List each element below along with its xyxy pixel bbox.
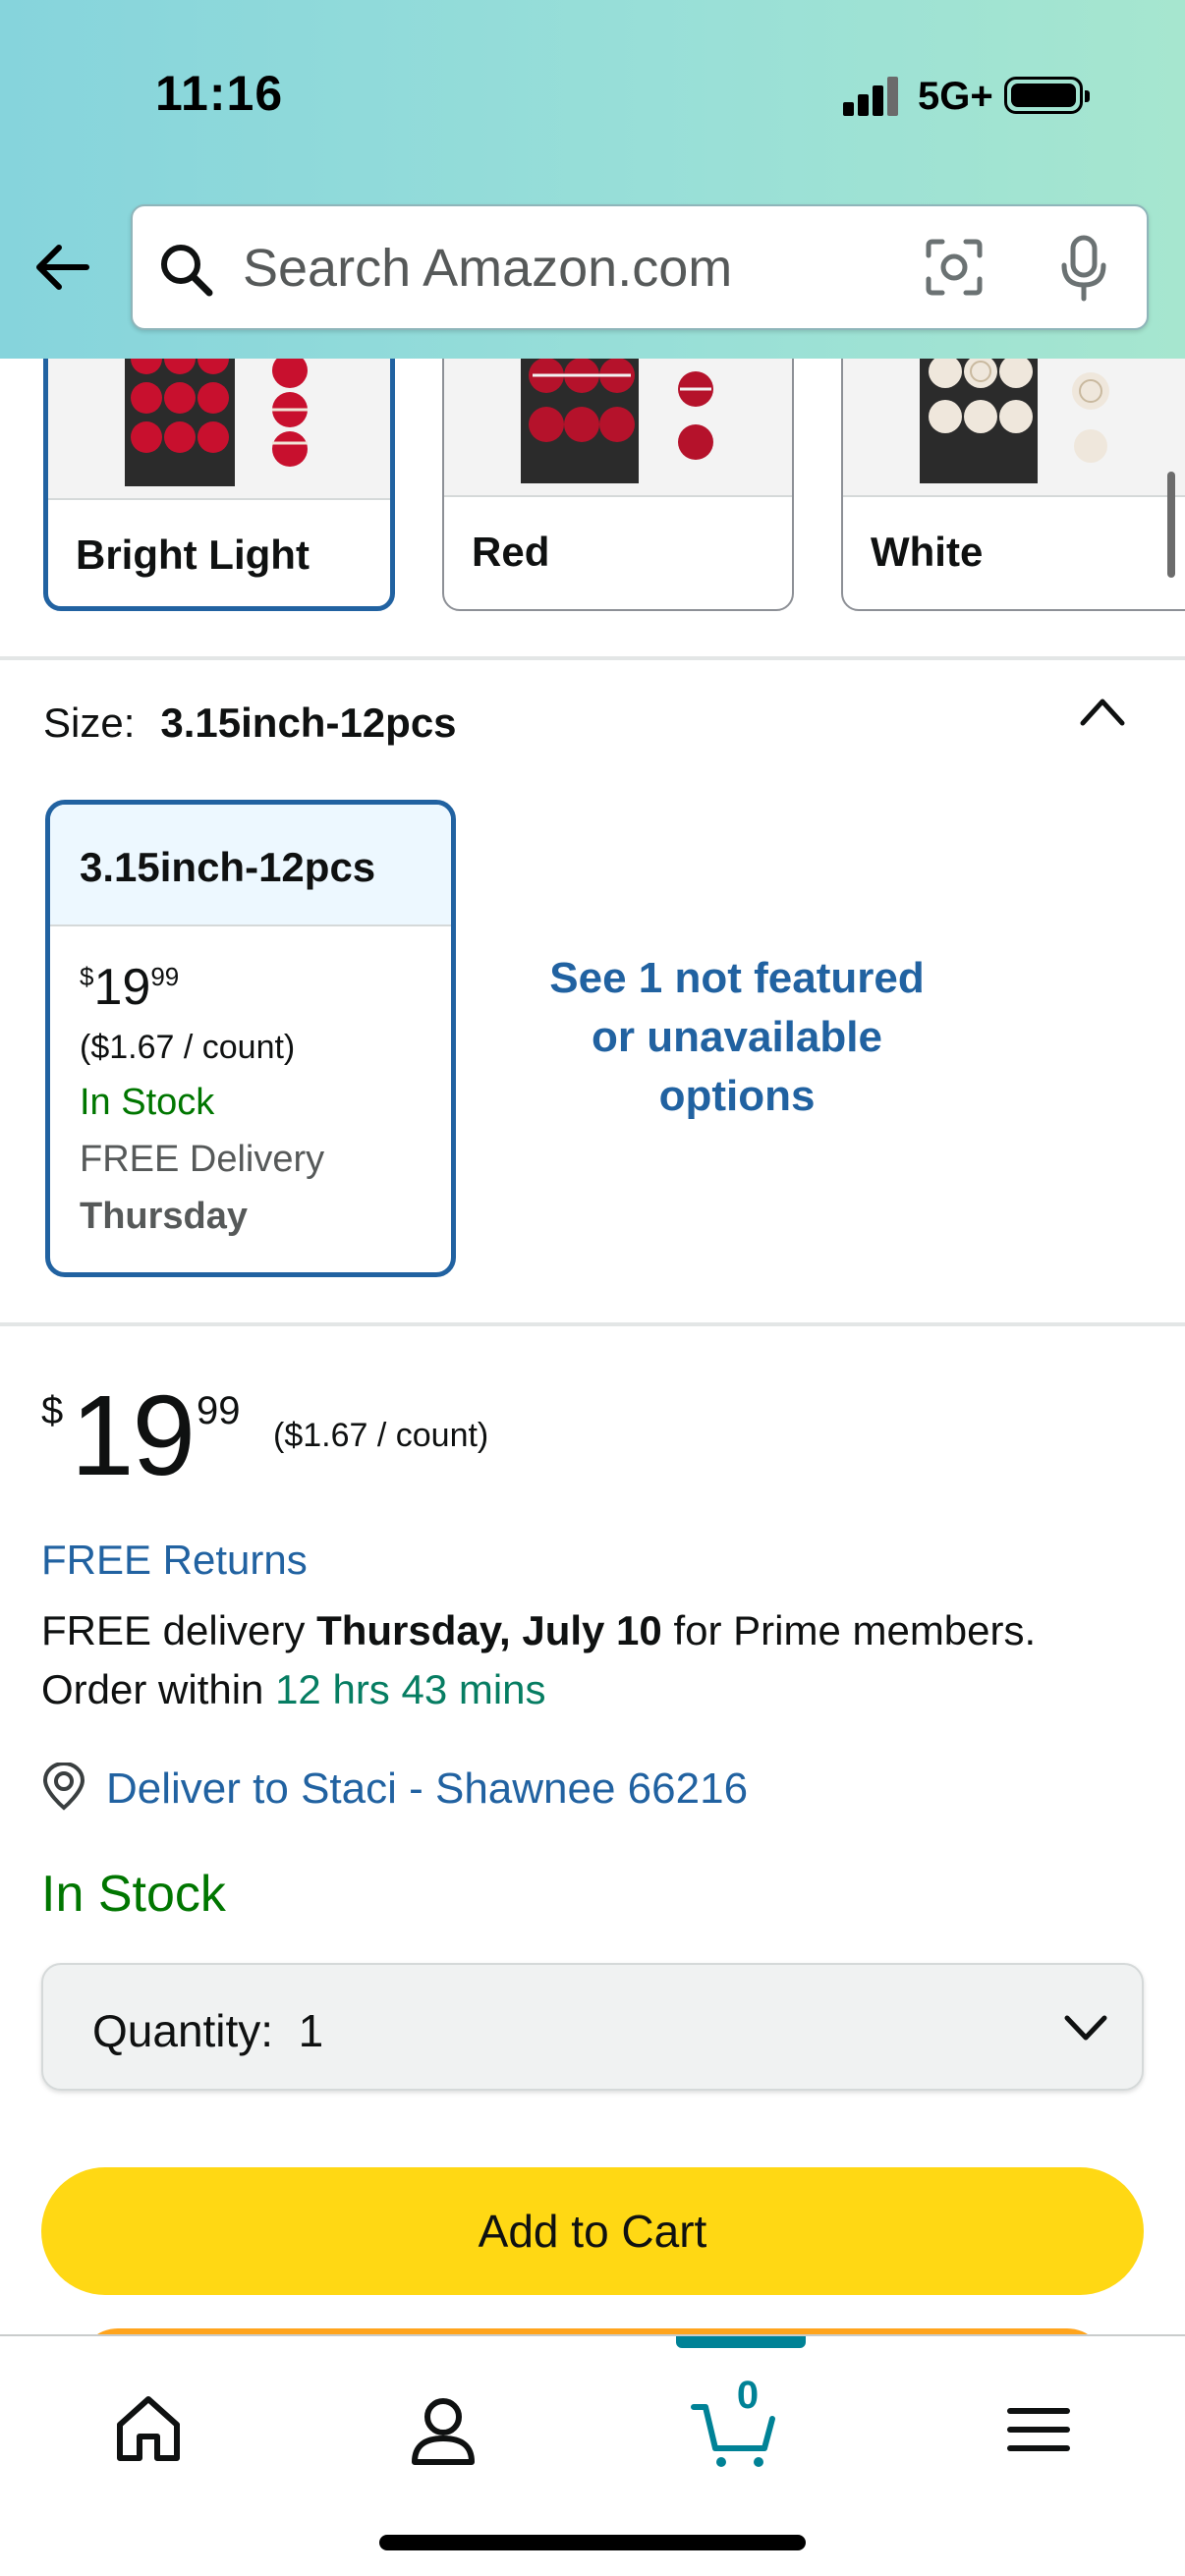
back-arrow-icon[interactable]	[31, 236, 94, 299]
account-icon[interactable]	[399, 2385, 487, 2474]
active-tab-indicator	[676, 2336, 806, 2348]
chevron-down-icon	[1064, 2015, 1107, 2041]
delivery-info: FREE delivery Thursday, July 10 for Prim…	[41, 1607, 1037, 1653]
signal-icon	[843, 75, 900, 116]
size-option-title: 3.15inch-12pcs	[80, 844, 376, 890]
network-label: 5G+	[918, 75, 993, 118]
chevron-up-icon[interactable]	[1077, 692, 1128, 731]
size-option-delivery: FREE Delivery	[80, 1139, 325, 1180]
swatch-label: White	[871, 529, 984, 575]
size-option-unit-price: ($1.67 / count)	[80, 1029, 296, 1066]
cart-count-badge: 0	[736, 2374, 760, 2417]
search-icon	[161, 245, 213, 297]
size-option-header: 3.15inch-12pcs	[50, 805, 451, 926]
home-indicator[interactable]	[379, 2535, 806, 2550]
size-option-price: $1999	[80, 959, 180, 1016]
section-divider	[0, 656, 1185, 660]
unit-price: ($1.67 / count)	[273, 1417, 489, 1454]
size-option-card[interactable]: 3.15inch-12pcs $1999 ($1.67 / count) In …	[45, 800, 456, 1277]
deliver-to-link[interactable]: Deliver to Staci - Shawnee 66216	[106, 1764, 748, 1814]
swatch-label: Bright Light	[76, 532, 310, 578]
menu-icon[interactable]	[994, 2385, 1083, 2474]
order-within-countdown: Order within 12 hrs 43 mins	[41, 1666, 546, 1712]
size-label: Size:	[43, 700, 136, 746]
location-pin-icon	[42, 1763, 85, 1811]
size-heading: Size: 3.15inch-12pcs	[43, 700, 457, 747]
size-value: 3.15inch-12pcs	[160, 700, 457, 746]
quantity-label: Quantity: 1	[92, 2005, 324, 2056]
microphone-icon[interactable]	[1054, 234, 1113, 303]
header-bar: 11:16 5G+	[0, 0, 1185, 359]
scrollbar-thumb[interactable]	[1167, 472, 1175, 578]
size-option-delivery-day: Thursday	[80, 1196, 249, 1237]
section-divider	[0, 1322, 1185, 1326]
status-time: 11:16	[155, 66, 284, 121]
home-icon[interactable]	[104, 2385, 193, 2474]
camera-search-icon[interactable]	[923, 236, 986, 299]
availability-status: In Stock	[41, 1866, 226, 1923]
add-to-cart-button[interactable]: Add to Cart	[41, 2167, 1144, 2295]
search-input[interactable]	[243, 236, 911, 301]
battery-icon	[1004, 77, 1090, 114]
quantity-dropdown[interactable]: Quantity: 1	[41, 1963, 1144, 2091]
swatch-label: Red	[472, 529, 550, 575]
free-returns-link[interactable]: FREE Returns	[41, 1537, 308, 1584]
size-option-stock: In Stock	[80, 1082, 215, 1123]
see-unavailable-options-link[interactable]: See 1 not featured or unavailable option…	[511, 949, 963, 1126]
search-bar[interactable]	[131, 204, 1149, 330]
